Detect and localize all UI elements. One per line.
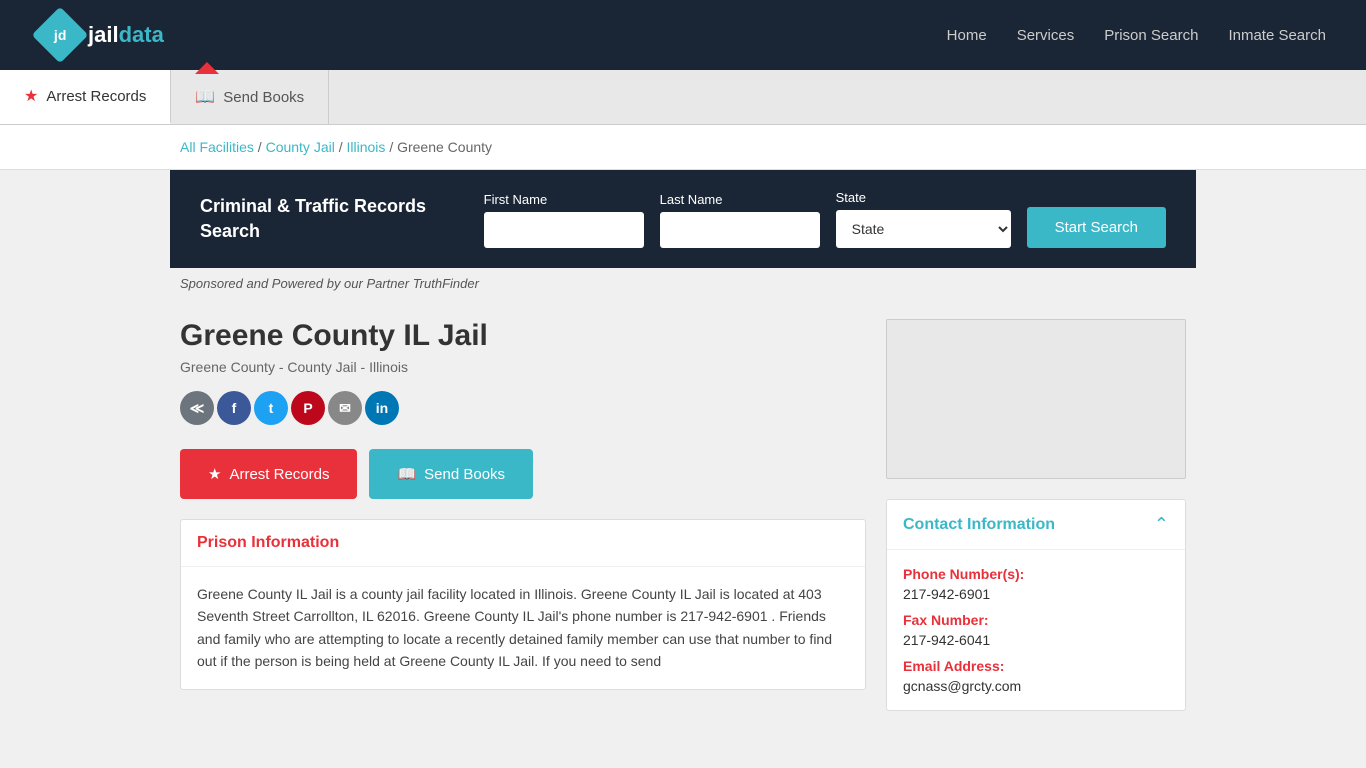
main-content: Greene County IL Jail Greene County - Co… (0, 299, 1366, 711)
last-name-group: Last Name (660, 192, 820, 248)
email-icon[interactable]: ✉ (328, 391, 362, 425)
prison-info-title: Prison Information (197, 534, 849, 552)
chevron-up-icon[interactable]: ⌃ (1154, 514, 1169, 535)
sponsored-text: Sponsored and Powered by our Partner Tru… (0, 268, 1366, 299)
linkedin-icon[interactable]: in (365, 391, 399, 425)
brand-logo[interactable]: jd jaildata (40, 15, 164, 55)
content-left: Greene County IL Jail Greene County - Co… (180, 319, 866, 711)
contact-body: Phone Number(s): 217-942-6901 Fax Number… (887, 550, 1185, 710)
contact-title: Contact Information (903, 516, 1055, 534)
send-books-button[interactable]: 📖 Send Books (369, 449, 533, 499)
star-icon-btn: ★ (208, 465, 221, 483)
send-books-label: Send Books (424, 466, 505, 483)
state-select[interactable]: StateAlabamaAlaskaArizonaArkansasCalifor… (836, 210, 1011, 248)
state-label: State (836, 190, 1011, 205)
breadcrumb-all-facilities[interactable]: All Facilities (180, 139, 254, 155)
tab-send-books-label: Send Books (223, 89, 304, 106)
breadcrumb: All Facilities / County Jail / Illinois … (0, 125, 1366, 170)
email-label: Email Address: (903, 658, 1169, 674)
email-value: gcnass@grcty.com (903, 678, 1169, 694)
tab-send-books[interactable]: 📖 Send Books (171, 70, 329, 124)
brand-name: jaildata (88, 22, 164, 48)
phone-value: 217-942-6901 (903, 586, 1169, 602)
breadcrumb-illinois[interactable]: Illinois (347, 139, 386, 155)
prison-info-text: Greene County IL Jail is a county jail f… (197, 583, 849, 673)
star-icon: ★ (24, 86, 38, 106)
action-buttons: ★ Arrest Records 📖 Send Books (180, 449, 866, 499)
prison-info-header: Prison Information (181, 520, 865, 567)
first-name-group: First Name (484, 192, 644, 248)
facility-subtitle: Greene County - County Jail - Illinois (180, 359, 866, 375)
book-icon-btn: 📖 (397, 465, 416, 483)
first-name-input[interactable] (484, 212, 644, 248)
arrest-records-button[interactable]: ★ Arrest Records (180, 449, 357, 499)
first-name-label: First Name (484, 192, 644, 207)
tabs-bar: ★ Arrest Records 📖 Send Books (0, 70, 1366, 125)
fax-label: Fax Number: (903, 612, 1169, 628)
start-search-button[interactable]: Start Search (1027, 207, 1166, 248)
state-group: State StateAlabamaAlaskaArizonaArkansasC… (836, 190, 1011, 248)
breadcrumb-current: Greene County (397, 139, 492, 155)
tab-arrest-label: Arrest Records (46, 88, 146, 105)
content-right: Contact Information ⌃ Phone Number(s): 2… (886, 319, 1186, 711)
last-name-input[interactable] (660, 212, 820, 248)
ad-box (886, 319, 1186, 479)
logo-jd-text: jd (54, 27, 66, 43)
pinterest-icon[interactable]: P (291, 391, 325, 425)
share-icon[interactable]: ≪ (180, 391, 214, 425)
nav-inmate-search[interactable]: Inmate Search (1228, 27, 1326, 44)
navbar: jd jaildata Home Services Prison Search … (0, 0, 1366, 70)
twitter-icon[interactable]: t (254, 391, 288, 425)
prison-info-card: Prison Information Greene County IL Jail… (180, 519, 866, 690)
breadcrumb-county-jail[interactable]: County Jail (266, 139, 335, 155)
search-banner: Criminal & Traffic Records Search First … (170, 170, 1196, 268)
search-fields: First Name Last Name State StateAlabamaA… (484, 190, 1166, 248)
last-name-label: Last Name (660, 192, 820, 207)
search-banner-title: Criminal & Traffic Records Search (200, 194, 454, 244)
facility-title: Greene County IL Jail (180, 319, 866, 353)
nav-home[interactable]: Home (947, 27, 987, 44)
nav-prison-search[interactable]: Prison Search (1104, 27, 1198, 44)
facebook-icon[interactable]: f (217, 391, 251, 425)
fax-value: 217-942-6041 (903, 632, 1169, 648)
contact-header: Contact Information ⌃ (887, 500, 1185, 550)
tab-arrest-records[interactable]: ★ Arrest Records (0, 70, 171, 124)
logo-diamond: jd (32, 7, 89, 64)
prison-info-body: Greene County IL Jail is a county jail f… (181, 567, 865, 689)
arrest-records-label: Arrest Records (229, 466, 329, 483)
nav-services[interactable]: Services (1017, 27, 1075, 44)
nav-links: Home Services Prison Search Inmate Searc… (947, 27, 1326, 44)
social-icons: ≪ f t P ✉ in (180, 391, 866, 425)
contact-card: Contact Information ⌃ Phone Number(s): 2… (886, 499, 1186, 711)
phone-label: Phone Number(s): (903, 566, 1169, 582)
book-icon: 📖 (195, 87, 215, 107)
